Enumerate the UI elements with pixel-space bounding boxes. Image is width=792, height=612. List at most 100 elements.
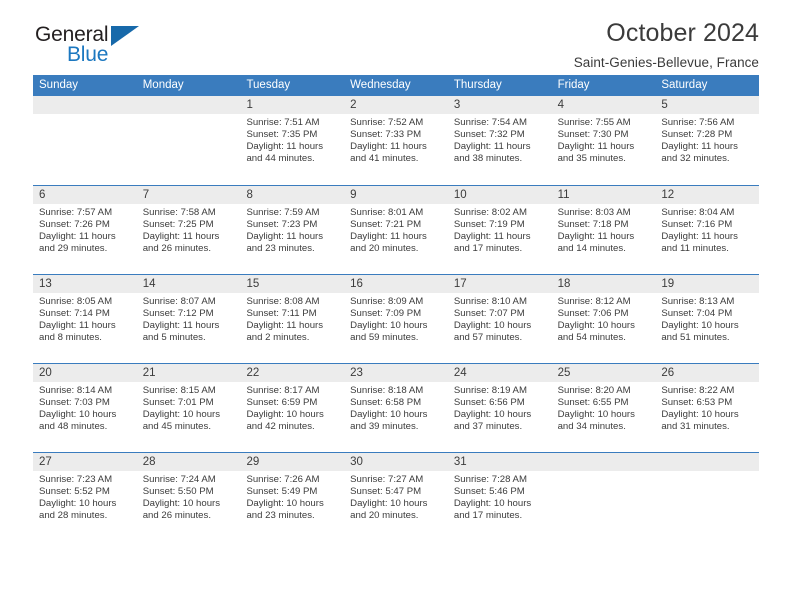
day-sun-info: Sunrise: 8:15 AM Sunset: 7:01 PM Daylight:…	[137, 382, 241, 434]
calendar-day-cell[interactable]: 31 Sunrise: 7:28 AM Sunset: 5:46 PM Dayligh…	[447, 453, 552, 541]
day-sun-info: Sunrise: 8:19 AM Sunset: 6:56 PM Daylight:…	[448, 382, 552, 434]
daylight-text: Daylight: 11 hours and 35 minutes.	[557, 141, 635, 165]
day-number: 26	[655, 364, 760, 382]
sunrise-text: Sunrise: 8:03 AM	[557, 207, 631, 218]
weekday-header-friday: Friday	[557, 79, 590, 91]
day-number	[33, 96, 137, 114]
weekday-header-row: Sunday Monday Tuesday Wednesday Thursday…	[33, 75, 759, 96]
day-sun-info: Sunrise: 7:52 AM Sunset: 7:33 PM Daylight:…	[344, 114, 448, 166]
sunrise-text: Sunrise: 8:10 AM	[453, 296, 527, 307]
calendar-day-cell[interactable]: 22 Sunrise: 8:17 AM Sunset: 6:59 PM Dayligh…	[240, 364, 345, 452]
day-sun-info: Sunrise: 8:13 AM Sunset: 7:04 PM Daylight:…	[655, 293, 759, 345]
day-number: 2	[344, 96, 448, 114]
calendar-day-cell[interactable]: 21 Sunrise: 8:15 AM Sunset: 7:01 PM Dayligh…	[136, 364, 241, 452]
day-number: 29	[240, 453, 345, 471]
calendar-day-cell[interactable]: 5 Sunrise: 7:56 AM Sunset: 7:28 PM Daylight…	[655, 96, 760, 185]
calendar-week-row: 20 Sunrise: 8:14 AM Sunset: 7:03 PM Dayligh…	[33, 363, 760, 452]
calendar-day-cell[interactable]: 3 Sunrise: 7:54 AM Sunset: 7:32 PM Daylight…	[447, 96, 552, 185]
day-sun-info: Sunrise: 8:03 AM Sunset: 7:18 PM Daylight:…	[552, 204, 656, 256]
daylight-text: Daylight: 11 hours and 29 minutes.	[39, 231, 116, 255]
calendar-day-cell[interactable]: 13 Sunrise: 8:05 AM Sunset: 7:14 PM Dayligh…	[33, 275, 137, 363]
daylight-text: Daylight: 11 hours and 44 minutes.	[246, 141, 324, 165]
page-title: October 2024	[606, 19, 759, 47]
sunset-text: Sunset: 6:55 PM	[557, 397, 629, 409]
sunrise-text: Sunrise: 8:14 AM	[39, 385, 113, 396]
day-sun-info: Sunrise: 8:22 AM Sunset: 6:53 PM Daylight:…	[655, 382, 759, 434]
sunrise-text: Sunrise: 8:04 AM	[661, 207, 735, 218]
calendar-day-cell[interactable]: 8 Sunrise: 7:59 AM Sunset: 7:23 PM Daylight…	[240, 186, 345, 274]
daylight-text: Daylight: 11 hours and 26 minutes.	[142, 231, 220, 255]
daylight-text: Daylight: 10 hours and 37 minutes.	[453, 409, 532, 433]
calendar-weeks: 1 Sunrise: 7:51 AM Sunset: 7:35 PM Daylight…	[33, 96, 760, 541]
calendar-day-cell[interactable]: 25 Sunrise: 8:20 AM Sunset: 6:55 PM Dayligh…	[551, 364, 656, 452]
day-number: 15	[240, 275, 345, 293]
day-number: 6	[33, 186, 137, 204]
sunset-text: Sunset: 7:18 PM	[557, 219, 629, 231]
day-sun-info: Sunrise: 8:09 AM Sunset: 7:09 PM Daylight:…	[344, 293, 448, 345]
sunset-text: Sunset: 7:09 PM	[350, 308, 422, 320]
day-number: 30	[344, 453, 448, 471]
calendar-day-cell[interactable]: 15 Sunrise: 8:08 AM Sunset: 7:11 PM Dayligh…	[240, 275, 345, 363]
generalblue-logo[interactable]: General Blue	[35, 24, 165, 72]
sunrise-text: Sunrise: 8:19 AM	[453, 385, 527, 396]
day-number: 28	[136, 453, 241, 471]
calendar-day-cell[interactable]: 17 Sunrise: 8:10 AM Sunset: 7:07 PM Dayligh…	[447, 275, 552, 363]
daylight-text: Daylight: 10 hours and 20 minutes.	[350, 498, 428, 522]
day-number	[655, 453, 760, 471]
daylight-text: Daylight: 10 hours and 57 minutes.	[453, 320, 532, 344]
sunrise-text: Sunrise: 8:12 AM	[557, 296, 631, 307]
calendar-week-row: 1 Sunrise: 7:51 AM Sunset: 7:35 PM Daylight…	[33, 96, 760, 185]
calendar-day-cell[interactable]: 16 Sunrise: 8:09 AM Sunset: 7:09 PM Dayligh…	[344, 275, 448, 363]
day-number: 25	[551, 364, 656, 382]
weekday-header-tuesday: Tuesday	[246, 79, 291, 91]
calendar-day-cell[interactable]: 27 Sunrise: 7:23 AM Sunset: 5:52 PM Dayligh…	[33, 453, 137, 541]
day-number: 11	[551, 186, 656, 204]
calendar-day-cell[interactable]: 7 Sunrise: 7:58 AM Sunset: 7:25 PM Daylight…	[136, 186, 241, 274]
calendar-day-cell[interactable]: 30 Sunrise: 7:27 AM Sunset: 5:47 PM Dayligh…	[344, 453, 448, 541]
day-number: 1	[240, 96, 345, 114]
weekday-header-thursday: Thursday	[453, 79, 502, 91]
sunset-text: Sunset: 7:30 PM	[557, 129, 629, 141]
calendar-day-cell-empty	[33, 96, 137, 185]
day-sun-info: Sunrise: 8:04 AM Sunset: 7:16 PM Daylight:…	[655, 204, 759, 256]
calendar-day-cell[interactable]: 18 Sunrise: 8:12 AM Sunset: 7:06 PM Dayligh…	[551, 275, 656, 363]
sunrise-text: Sunrise: 8:05 AM	[39, 296, 113, 307]
sunrise-text: Sunrise: 7:51 AM	[246, 117, 320, 128]
calendar-day-cell[interactable]: 24 Sunrise: 8:19 AM Sunset: 6:56 PM Dayligh…	[447, 364, 552, 452]
weekday-header-saturday: Saturday	[661, 79, 708, 91]
sunset-text: Sunset: 7:28 PM	[661, 129, 733, 141]
sunset-text: Sunset: 7:35 PM	[246, 129, 318, 141]
calendar-day-cell[interactable]: 6 Sunrise: 7:57 AM Sunset: 7:26 PM Daylight…	[33, 186, 137, 274]
day-sun-info: Sunrise: 8:08 AM Sunset: 7:11 PM Daylight:…	[240, 293, 344, 345]
calendar-day-cell[interactable]: 2 Sunrise: 7:52 AM Sunset: 7:33 PM Daylight…	[344, 96, 448, 185]
logo-text-blue: Blue	[67, 43, 109, 66]
calendar-day-cell[interactable]: 29 Sunrise: 7:26 AM Sunset: 5:49 PM Dayligh…	[240, 453, 345, 541]
calendar-day-cell[interactable]: 9 Sunrise: 8:01 AM Sunset: 7:21 PM Daylight…	[344, 186, 448, 274]
day-sun-info: Sunrise: 7:26 AM Sunset: 5:49 PM Daylight:…	[240, 471, 344, 523]
daylight-text: Daylight: 10 hours and 42 minutes.	[246, 409, 324, 433]
sunset-text: Sunset: 5:49 PM	[246, 486, 318, 498]
calendar-grid: Sunday Monday Tuesday Wednesday Thursday…	[33, 75, 760, 541]
daylight-text: Daylight: 11 hours and 11 minutes.	[661, 231, 738, 255]
calendar-day-cell[interactable]: 20 Sunrise: 8:14 AM Sunset: 7:03 PM Dayligh…	[33, 364, 137, 452]
daylight-text: Daylight: 11 hours and 8 minutes.	[39, 320, 116, 344]
calendar-day-cell[interactable]: 23 Sunrise: 8:18 AM Sunset: 6:58 PM Dayligh…	[344, 364, 448, 452]
day-number: 24	[447, 364, 552, 382]
calendar-day-cell[interactable]: 28 Sunrise: 7:24 AM Sunset: 5:50 PM Dayligh…	[136, 453, 241, 541]
day-number: 13	[33, 275, 137, 293]
calendar-day-cell[interactable]: 14 Sunrise: 8:07 AM Sunset: 7:12 PM Dayligh…	[136, 275, 241, 363]
calendar-day-cell[interactable]: 11 Sunrise: 8:03 AM Sunset: 7:18 PM Dayligh…	[551, 186, 656, 274]
daylight-text: Daylight: 11 hours and 2 minutes.	[246, 320, 324, 344]
day-number: 20	[33, 364, 137, 382]
calendar-day-cell[interactable]: 26 Sunrise: 8:22 AM Sunset: 6:53 PM Dayligh…	[655, 364, 760, 452]
calendar-day-cell[interactable]: 4 Sunrise: 7:55 AM Sunset: 7:30 PM Daylight…	[551, 96, 656, 185]
calendar-day-cell-empty	[655, 453, 760, 541]
calendar-day-cell[interactable]: 10 Sunrise: 8:02 AM Sunset: 7:19 PM Dayligh…	[447, 186, 552, 274]
day-sun-info: Sunrise: 8:18 AM Sunset: 6:58 PM Daylight:…	[344, 382, 448, 434]
calendar-day-cell[interactable]: 12 Sunrise: 8:04 AM Sunset: 7:16 PM Dayligh…	[655, 186, 760, 274]
calendar-day-cell[interactable]: 1 Sunrise: 7:51 AM Sunset: 7:35 PM Daylight…	[240, 96, 345, 185]
daylight-text: Daylight: 10 hours and 28 minutes.	[39, 498, 117, 522]
calendar-day-cell[interactable]: 19 Sunrise: 8:13 AM Sunset: 7:04 PM Dayligh…	[655, 275, 760, 363]
day-sun-info: Sunrise: 7:55 AM Sunset: 7:30 PM Daylight:…	[552, 114, 656, 166]
page-subtitle: Saint-Genies-Bellevue, France	[573, 55, 759, 70]
